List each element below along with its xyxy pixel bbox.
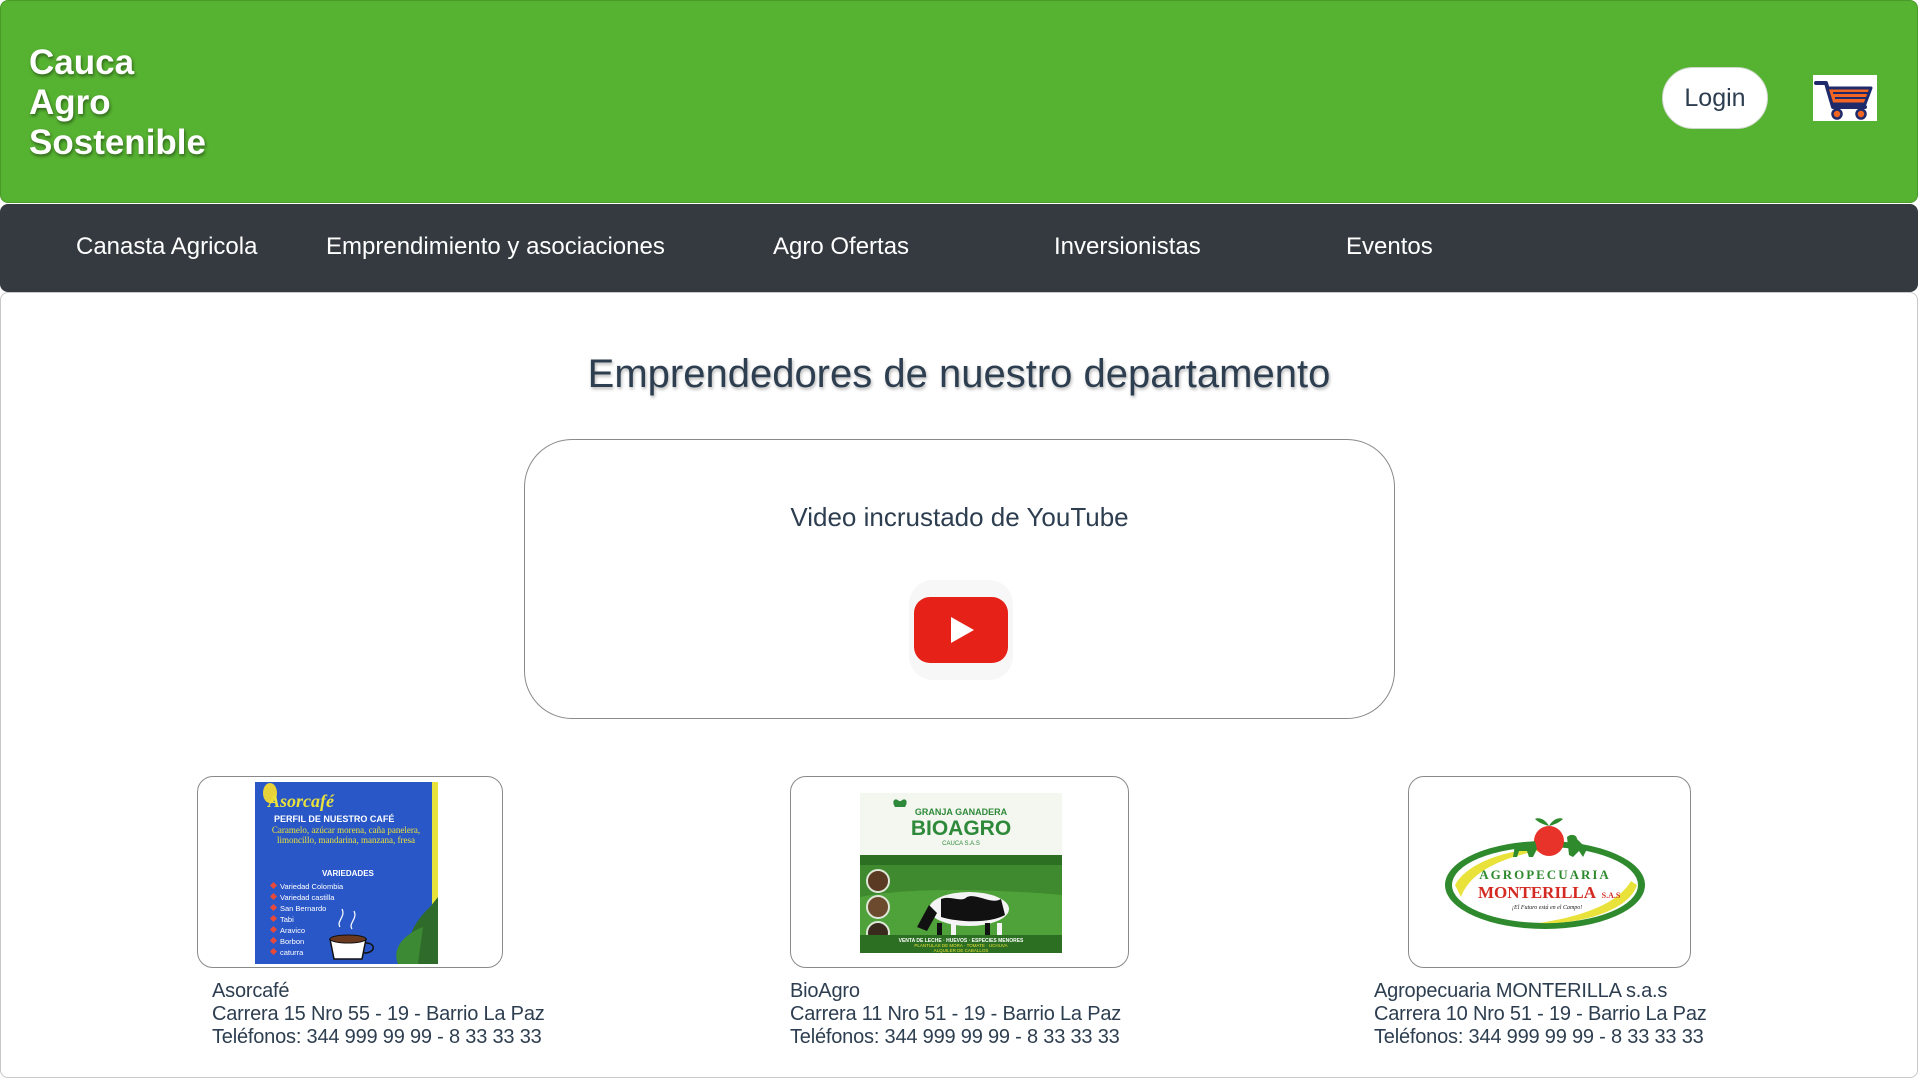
asorcafe-profile-text: Caramelo, azúcar morena, caña panelera, … bbox=[271, 825, 421, 845]
monterilla-phones: Teléfonos: 344 999 99 99 - 8 33 33 33 bbox=[1374, 1026, 1704, 1048]
site-brand[interactable]: Cauca Agro Sostenible bbox=[29, 43, 206, 163]
monterilla-suffix: S.A.S bbox=[1602, 891, 1621, 900]
section-title: Emprendedores de nuestro departamento bbox=[587, 352, 1331, 396]
monterilla-tagline: ¡El Futuro está en el Campo! bbox=[1512, 905, 1583, 911]
nav-item-canasta-agricola[interactable]: Canasta Agricola bbox=[76, 232, 257, 262]
main-nav: Canasta Agricola Emprendimiento y asocia… bbox=[0, 204, 1918, 292]
nav-item-inversionistas[interactable]: Inversionistas bbox=[1054, 232, 1201, 262]
login-button[interactable]: Login bbox=[1662, 67, 1768, 129]
shopping-cart-icon[interactable] bbox=[1813, 75, 1877, 121]
site-header: Cauca Agro Sostenible Login bbox=[0, 0, 1918, 203]
monterilla-logo-image: AGROPECUARIA MONTERILLA S.A.S ¡El Futuro… bbox=[1445, 818, 1645, 929]
asorcafe-image-card[interactable]: Asorcafé PERFIL DE NUESTRO CAFÉ Caramelo… bbox=[197, 776, 503, 968]
video-embed[interactable]: Video incrustado de YouTube bbox=[524, 439, 1395, 719]
bioagro-info: BioAgro Carrera 11 Nro 51 - 19 - Barrio … bbox=[790, 980, 1121, 1049]
nav-item-emprendimiento[interactable]: Emprendimiento y asociaciones bbox=[326, 232, 665, 262]
bioagro-name: BioAgro bbox=[790, 980, 860, 1002]
bioagro-top-line: GRANJA GANADERA bbox=[915, 807, 1008, 817]
asorcafe-varieties-label: VARIEDADES bbox=[322, 869, 375, 878]
video-label: Video incrustado de YouTube bbox=[790, 502, 1129, 532]
monterilla-name: Agropecuaria MONTERILLA s.a.s bbox=[1374, 980, 1668, 1002]
asorcafe-name: Asorcafé bbox=[212, 980, 290, 1002]
monterilla-line-1: AGROPECUARIA bbox=[1479, 867, 1611, 882]
youtube-play-icon[interactable] bbox=[909, 580, 1013, 680]
bioagro-address: Carrera 11 Nro 51 - 19 - Barrio La Paz bbox=[790, 1003, 1122, 1025]
asorcafe-phones: Teléfonos: 344 999 99 99 - 8 33 33 33 bbox=[212, 1026, 542, 1048]
nav-item-eventos[interactable]: Eventos bbox=[1346, 232, 1433, 262]
bioagro-phones: Teléfonos: 344 999 99 99 - 8 33 33 33 bbox=[790, 1026, 1120, 1048]
asorcafe-variety-7: caturra bbox=[280, 948, 304, 957]
asorcafe-heading-text: PERFIL DE NUESTRO CAFÉ bbox=[274, 814, 394, 824]
bioagro-brand-text: BIOAGRO bbox=[911, 817, 1011, 840]
nav-item-agro-ofertas[interactable]: Agro Ofertas bbox=[773, 232, 909, 262]
asorcafe-variety-4: Tabi bbox=[280, 915, 294, 924]
bioagro-logo-image: GRANJA GANADERA BIOAGRO CAUCA S.A.S VENT… bbox=[860, 793, 1062, 953]
asorcafe-brand-text: Asorcafé bbox=[267, 791, 335, 811]
brand-line-1: Cauca bbox=[29, 43, 135, 82]
bioagro-image-card[interactable]: GRANJA GANADERA BIOAGRO CAUCA S.A.S VENT… bbox=[790, 776, 1129, 968]
monterilla-image-card[interactable]: AGROPECUARIA MONTERILLA S.A.S ¡El Futuro… bbox=[1408, 776, 1691, 968]
asorcafe-variety-1: Variedad Colombia bbox=[280, 882, 344, 891]
brand-line-3: Sostenible bbox=[29, 123, 206, 162]
asorcafe-variety-6: Borbon bbox=[280, 937, 304, 946]
bioagro-sub-text: CAUCA S.A.S bbox=[942, 841, 980, 847]
brand-line-2: Agro bbox=[29, 83, 111, 122]
asorcafe-variety-2: Variedad castilla bbox=[280, 893, 335, 902]
asorcafe-info: Asorcafé Carrera 15 Nro 55 - 19 - Barrio… bbox=[212, 980, 545, 1049]
monterilla-info: Agropecuaria MONTERILLA s.a.s Carrera 10… bbox=[1374, 980, 1707, 1049]
asorcafe-address: Carrera 15 Nro 55 - 19 - Barrio La Paz bbox=[212, 1003, 545, 1025]
asorcafe-variety-5: Aravico bbox=[280, 926, 305, 935]
bioagro-bottom-line-3: ALQUILER DE CABALLOS bbox=[934, 948, 989, 953]
asorcafe-variety-3: San Bernardo bbox=[280, 904, 326, 913]
asorcafe-logo-image: Asorcafé PERFIL DE NUESTRO CAFÉ Caramelo… bbox=[255, 782, 438, 964]
monterilla-address: Carrera 10 Nro 51 - 19 - Barrio La Paz bbox=[1374, 1003, 1707, 1025]
monterilla-line-2: MONTERILLA bbox=[1478, 883, 1597, 902]
